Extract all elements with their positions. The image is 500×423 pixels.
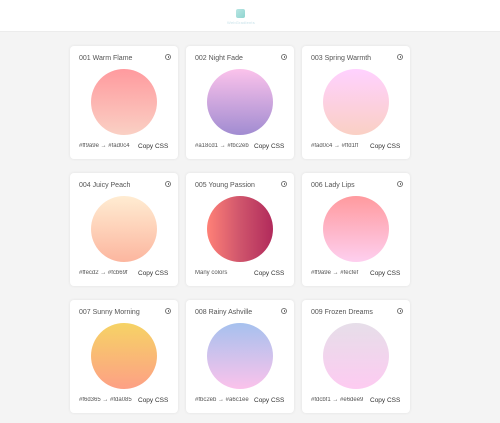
copy-css-button[interactable]: Copy CSS <box>254 143 284 150</box>
gradient-codes: #fbc2eb → #a6c1ee <box>195 397 249 403</box>
gradient-title: 005 Young Passion <box>195 182 255 189</box>
info-icon[interactable] <box>165 308 171 314</box>
gradient-title: 001 Warm Flame <box>79 55 133 62</box>
gradient-title: 007 Sunny Morning <box>79 309 140 316</box>
info-icon[interactable] <box>165 181 171 187</box>
brand-name: WebGradients <box>227 20 255 25</box>
gradient-codes: #fad0c4 → #ffd1ff <box>311 143 359 149</box>
copy-css-button[interactable]: Copy CSS <box>138 270 168 277</box>
gradient-swatch[interactable] <box>323 323 389 389</box>
info-icon[interactable] <box>165 54 171 60</box>
logo-icon[interactable] <box>236 9 245 18</box>
info-icon[interactable] <box>281 181 287 187</box>
gradient-swatch[interactable] <box>91 69 157 135</box>
gradient-card: 005 Young Passion Many colors Copy CSS <box>186 173 294 286</box>
gradient-title: 008 Rainy Ashville <box>195 309 253 316</box>
info-icon[interactable] <box>281 308 287 314</box>
gradient-card: 009 Frozen Dreams #fdcbf1 → #e6dee9 Copy… <box>302 300 410 413</box>
info-icon[interactable] <box>397 54 403 60</box>
copy-css-button[interactable]: Copy CSS <box>254 397 284 404</box>
copy-css-button[interactable]: Copy CSS <box>254 270 284 277</box>
gradient-card: 001 Warm Flame #ff9a9e → #fad0c4 Copy CS… <box>70 46 178 159</box>
gradient-swatch[interactable] <box>323 196 389 262</box>
gradient-codes: #ffecd2 → #fcb69f <box>79 270 128 276</box>
info-icon[interactable] <box>397 308 403 314</box>
gradient-swatch[interactable] <box>323 69 389 135</box>
gradient-codes: #ff9a9e → #fecfef <box>311 270 359 276</box>
info-icon[interactable] <box>397 181 403 187</box>
gradient-card: 003 Spring Warmth #fad0c4 → #ffd1ff Copy… <box>302 46 410 159</box>
copy-css-button[interactable]: Copy CSS <box>138 397 168 404</box>
copy-css-button[interactable]: Copy CSS <box>138 143 168 150</box>
gradient-title: 004 Juicy Peach <box>79 182 131 189</box>
info-icon[interactable] <box>281 54 287 60</box>
gradient-swatch[interactable] <box>91 196 157 262</box>
gradient-swatch[interactable] <box>207 69 273 135</box>
gradient-card: 007 Sunny Morning #f6d365 → #fda085 Copy… <box>70 300 178 413</box>
gradient-swatch[interactable] <box>207 196 273 262</box>
gradient-codes: #f6d365 → #fda085 <box>79 397 132 403</box>
gradient-codes: Many colors <box>195 270 228 276</box>
gradient-title: 002 Night Fade <box>195 55 243 62</box>
gradient-card: 002 Night Fade #a18cd1 → #fbc2eb Copy CS… <box>186 46 294 159</box>
gradient-codes: #a18cd1 → #fbc2eb <box>195 143 249 149</box>
gradient-title: 009 Frozen Dreams <box>311 309 373 316</box>
copy-css-button[interactable]: Copy CSS <box>370 143 400 150</box>
gradient-card: 006 Lady Lips #ff9a9e → #fecfef Copy CSS <box>302 173 410 286</box>
copy-css-button[interactable]: Copy CSS <box>370 270 400 277</box>
gradient-codes: #ff9a9e → #fad0c4 <box>79 143 130 149</box>
gradient-card: 008 Rainy Ashville #fbc2eb → #a6c1ee Cop… <box>186 300 294 413</box>
gradient-swatch[interactable] <box>207 323 273 389</box>
gradient-codes: #fdcbf1 → #e6dee9 <box>311 397 364 403</box>
top-bar: WebGradients <box>0 0 500 32</box>
gradient-swatch[interactable] <box>91 323 157 389</box>
gradient-card: 004 Juicy Peach #ffecd2 → #fcb69f Copy C… <box>70 173 178 286</box>
gradient-title: 006 Lady Lips <box>311 182 355 189</box>
copy-css-button[interactable]: Copy CSS <box>370 397 400 404</box>
gradient-title: 003 Spring Warmth <box>311 55 372 62</box>
